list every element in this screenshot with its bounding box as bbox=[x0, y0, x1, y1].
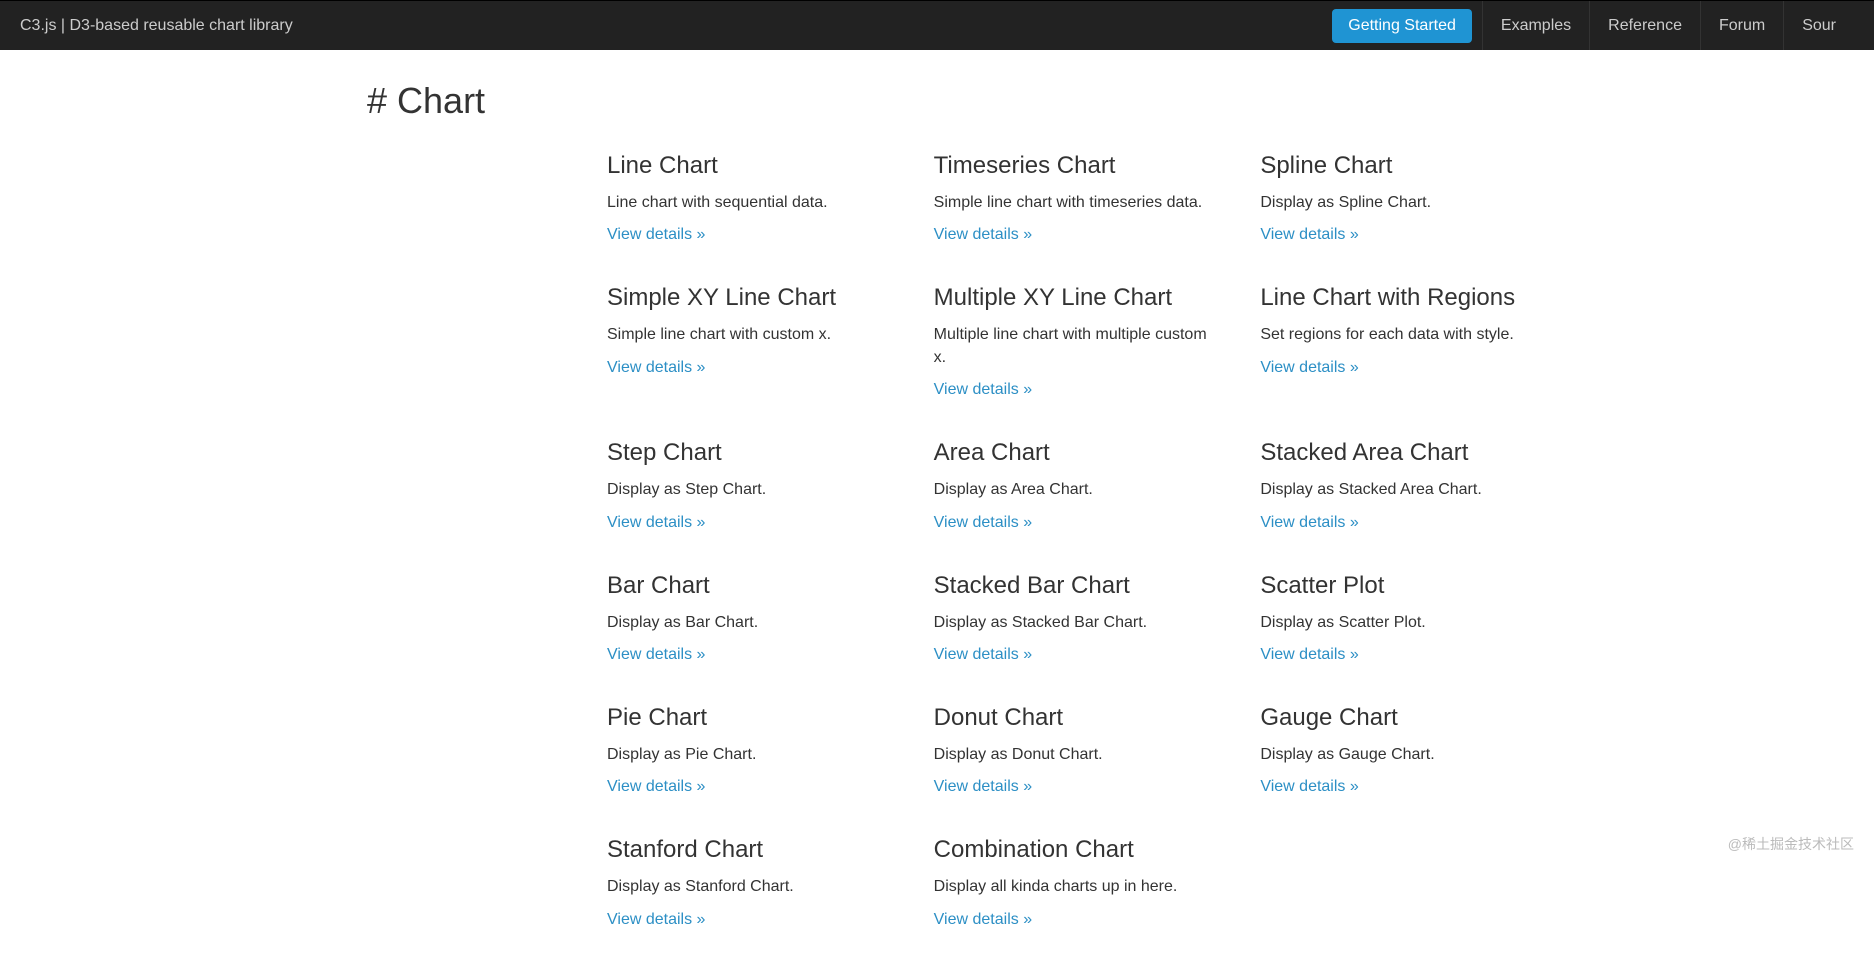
view-details-link[interactable]: View details » bbox=[1260, 514, 1358, 531]
chart-item-title: Combination Chart bbox=[934, 836, 1221, 864]
container: # Chart Line Chart Line chart with sequen… bbox=[267, 50, 1607, 969]
nav-forum[interactable]: Forum bbox=[1700, 1, 1783, 50]
nav-examples[interactable]: Examples bbox=[1482, 1, 1589, 50]
view-details-link[interactable]: View details » bbox=[934, 646, 1032, 663]
nav-getting-started[interactable]: Getting Started bbox=[1332, 9, 1472, 43]
navbar: C3.js | D3-based reusable chart library … bbox=[0, 0, 1874, 50]
chart-item-title: Spline Chart bbox=[1260, 152, 1547, 180]
chart-item: Spline Chart Display as Spline Chart. View… bbox=[1260, 152, 1547, 244]
view-details-link[interactable]: View details » bbox=[607, 226, 705, 243]
page-title: # Chart bbox=[367, 80, 1547, 122]
view-details-link[interactable]: View details » bbox=[934, 514, 1032, 531]
chart-item-desc: Set regions for each data with style. bbox=[1260, 324, 1547, 346]
chart-item-desc: Display as Stacked Bar Chart. bbox=[934, 612, 1221, 634]
chart-item-title: Multiple XY Line Chart bbox=[934, 284, 1221, 312]
chart-item-title: Line Chart with Regions bbox=[1260, 284, 1547, 312]
view-details-link[interactable]: View details » bbox=[1260, 226, 1358, 243]
view-details-link[interactable]: View details » bbox=[1260, 646, 1358, 663]
nav-reference[interactable]: Reference bbox=[1589, 1, 1700, 50]
navbar-brand[interactable]: C3.js | D3-based reusable chart library bbox=[20, 17, 293, 35]
nav-source[interactable]: Sour bbox=[1783, 1, 1854, 50]
chart-item-title: Stacked Bar Chart bbox=[934, 572, 1221, 600]
view-details-link[interactable]: View details » bbox=[607, 359, 705, 376]
chart-item: Bar Chart Display as Bar Chart. View detai… bbox=[607, 572, 894, 664]
chart-item: Gauge Chart Display as Gauge Chart. View d… bbox=[1260, 704, 1547, 796]
view-details-link[interactable]: View details » bbox=[607, 514, 705, 531]
chart-item: Area Chart Display as Area Chart. View det… bbox=[934, 439, 1221, 531]
view-details-link[interactable]: View details » bbox=[934, 911, 1032, 928]
chart-item: Multiple XY Line Chart Multiple line char… bbox=[934, 284, 1221, 399]
chart-item-desc: Display as Pie Chart. bbox=[607, 744, 894, 766]
chart-item-title: Line Chart bbox=[607, 152, 894, 180]
chart-grid: Line Chart Line chart with sequential dat… bbox=[607, 152, 1547, 969]
chart-item-desc: Display all kinda charts up in here. bbox=[934, 876, 1221, 898]
view-details-link[interactable]: View details » bbox=[1260, 359, 1358, 376]
watermark: @稀土掘金技术社区 bbox=[1728, 834, 1854, 854]
view-details-link[interactable]: View details » bbox=[934, 226, 1032, 243]
chart-item-desc: Display as Stacked Area Chart. bbox=[1260, 479, 1547, 501]
chart-item: Step Chart Display as Step Chart. View det… bbox=[607, 439, 894, 531]
view-details-link[interactable]: View details » bbox=[1260, 778, 1358, 795]
chart-item: Stanford Chart Display as Stanford Chart.… bbox=[607, 836, 894, 928]
chart-item-title: Timeseries Chart bbox=[934, 152, 1221, 180]
chart-item: Timeseries Chart Simple line chart with t… bbox=[934, 152, 1221, 244]
chart-item-desc: Display as Gauge Chart. bbox=[1260, 744, 1547, 766]
chart-item-title: Bar Chart bbox=[607, 572, 894, 600]
chart-item-title: Gauge Chart bbox=[1260, 704, 1547, 732]
view-details-link[interactable]: View details » bbox=[934, 778, 1032, 795]
chart-item: Scatter Plot Display as Scatter Plot. View… bbox=[1260, 572, 1547, 664]
chart-item-desc: Display as Donut Chart. bbox=[934, 744, 1221, 766]
chart-item: Line Chart with Regions Set regions for e… bbox=[1260, 284, 1547, 399]
chart-item-title: Donut Chart bbox=[934, 704, 1221, 732]
chart-item-desc: Display as Area Chart. bbox=[934, 479, 1221, 501]
chart-item-title: Stanford Chart bbox=[607, 836, 894, 864]
nav-right: Getting Started Examples Reference Forum… bbox=[1332, 1, 1854, 50]
chart-item: Line Chart Line chart with sequential dat… bbox=[607, 152, 894, 244]
chart-item: Donut Chart Display as Donut Chart. View d… bbox=[934, 704, 1221, 796]
chart-item-title: Scatter Plot bbox=[1260, 572, 1547, 600]
chart-item-title: Simple XY Line Chart bbox=[607, 284, 894, 312]
chart-item: Pie Chart Display as Pie Chart. View detai… bbox=[607, 704, 894, 796]
chart-item-title: Pie Chart bbox=[607, 704, 894, 732]
chart-item-desc: Display as Stanford Chart. bbox=[607, 876, 894, 898]
view-details-link[interactable]: View details » bbox=[607, 911, 705, 928]
chart-item: Stacked Bar Chart Display as Stacked Bar … bbox=[934, 572, 1221, 664]
chart-item-desc: Simple line chart with custom x. bbox=[607, 324, 894, 346]
chart-item-desc: Display as Step Chart. bbox=[607, 479, 894, 501]
chart-item-desc: Display as Bar Chart. bbox=[607, 612, 894, 634]
chart-item-title: Area Chart bbox=[934, 439, 1221, 467]
chart-item-desc: Line chart with sequential data. bbox=[607, 192, 894, 214]
chart-item-desc: Display as Spline Chart. bbox=[1260, 192, 1547, 214]
chart-item-title: Stacked Area Chart bbox=[1260, 439, 1547, 467]
chart-item: Simple XY Line Chart Simple line chart wi… bbox=[607, 284, 894, 399]
chart-item: Combination Chart Display all kinda chart… bbox=[934, 836, 1221, 928]
chart-item-desc: Simple line chart with timeseries data. bbox=[934, 192, 1221, 214]
chart-item: Stacked Area Chart Display as Stacked Are… bbox=[1260, 439, 1547, 531]
view-details-link[interactable]: View details » bbox=[934, 381, 1032, 398]
chart-item-desc: Multiple line chart with multiple custom… bbox=[934, 324, 1221, 369]
chart-item-title: Step Chart bbox=[607, 439, 894, 467]
chart-item-desc: Display as Scatter Plot. bbox=[1260, 612, 1547, 634]
view-details-link[interactable]: View details » bbox=[607, 778, 705, 795]
view-details-link[interactable]: View details » bbox=[607, 646, 705, 663]
